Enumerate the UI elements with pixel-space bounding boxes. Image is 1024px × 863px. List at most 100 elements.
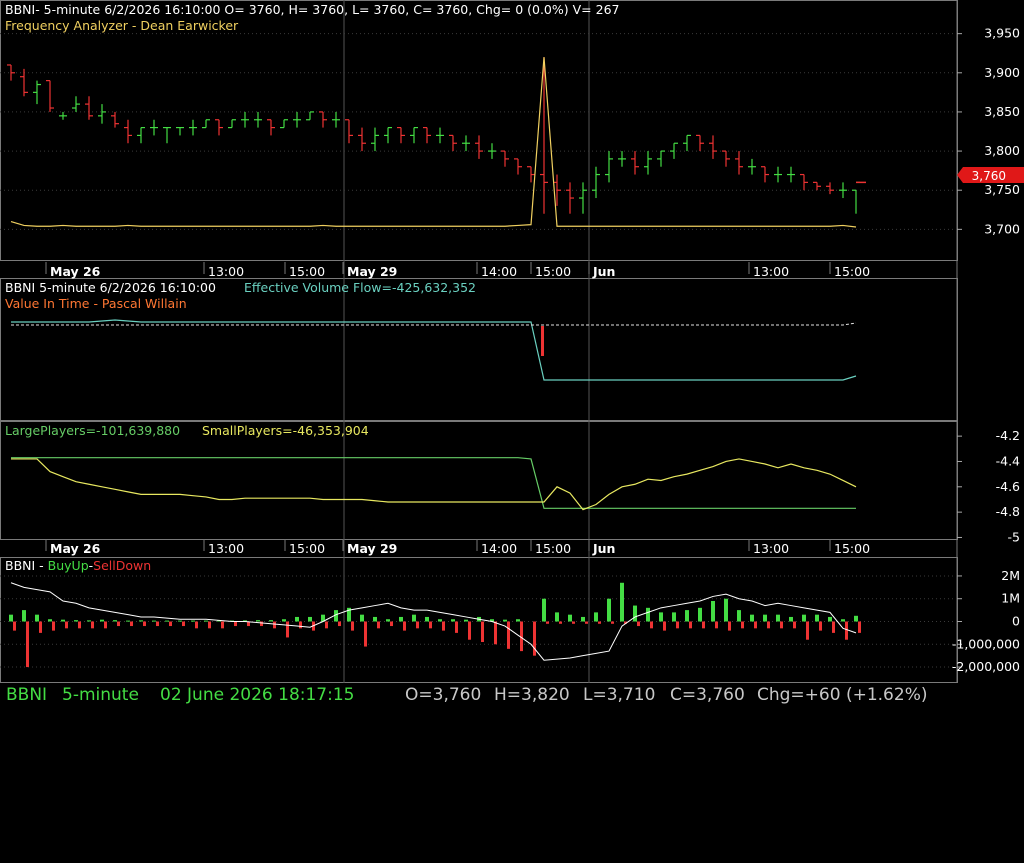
selldown-bar (260, 621, 263, 627)
selldown-bar (676, 621, 679, 629)
buysell-axis-label: -1,000,000 (952, 636, 1020, 651)
price-bar (319, 111, 327, 128)
chart-canvas: May 26 13:00 15:00 May 29 14:00 15:00 Jun 13:00… (0, 0, 1024, 683)
price-bar (462, 135, 470, 152)
selldown-bar (338, 621, 341, 627)
status-change: Chg=+60 (+1.62%) (757, 685, 928, 705)
buyup-selldown-panel (9, 582, 861, 668)
value-in-time-bar (541, 326, 544, 356)
price-bar (787, 166, 795, 183)
buyup-bar (165, 620, 169, 622)
selldown-bar (390, 621, 393, 627)
buysell-axis-label: -2,000,000 (952, 659, 1020, 674)
price-bar (657, 150, 665, 167)
price-bar (72, 96, 80, 112)
selldown-bar (234, 621, 237, 627)
status-datetime: 02 June 2026 18:17:15 (160, 685, 355, 705)
buyup-bar (87, 620, 91, 622)
status-interval: 5-minute (62, 685, 139, 705)
price-bar (202, 119, 210, 129)
price-bar (514, 158, 522, 175)
buyup-bar (100, 619, 104, 622)
selldown-bar (351, 621, 354, 631)
selldown-bar (780, 621, 783, 629)
time-axis-label: 15:00 (834, 541, 870, 556)
buysell-axis-label: 2M (1001, 568, 1020, 583)
price-bar (293, 111, 301, 128)
selldown-bar (767, 621, 770, 629)
price-bar (111, 111, 119, 128)
buyup-bar (256, 620, 260, 622)
price-bar (371, 127, 379, 152)
selldown-bar (663, 621, 666, 631)
price-axis-label: 3,950 (984, 26, 1020, 41)
selldown-bar (611, 621, 614, 624)
large-players-label: LargePlayers=-101,639,880 (5, 423, 180, 438)
selldown-bar (572, 621, 575, 624)
selldown-bar (806, 621, 809, 640)
buyup-bar (464, 619, 468, 622)
buyup-bar (503, 619, 507, 622)
price-bar (748, 158, 756, 175)
price-bar (540, 57, 548, 214)
small-players-label: SmallPlayers=-46,353,904 (202, 423, 369, 438)
selldown-bar (403, 621, 406, 631)
buyup-bar (22, 610, 26, 622)
price-bar (423, 126, 431, 144)
price-panel (7, 57, 866, 228)
price-bar (631, 151, 639, 175)
selldown-bar (858, 621, 861, 633)
price-bar (436, 127, 444, 144)
price-bar (332, 111, 340, 128)
selldown-bar (78, 621, 81, 629)
buyup-selldown-title: BBNI - BuyUp-SellDown (5, 558, 151, 573)
price-bar (59, 111, 67, 120)
selldown-bar (793, 621, 796, 629)
price-bar (488, 143, 496, 159)
selldown-bar (455, 621, 458, 633)
price-bar (98, 104, 106, 124)
selldown-bar (728, 621, 731, 631)
buyup-bar (763, 614, 767, 622)
time-axis-label: May 26 (50, 264, 101, 279)
time-axis-label: Jun (592, 264, 615, 279)
buyup-bar (620, 582, 624, 622)
buyup-bar (269, 620, 273, 622)
time-axis-label: 13:00 (208, 264, 244, 279)
price-bar (189, 119, 197, 136)
selldown-bar (169, 621, 172, 627)
price-bar (566, 182, 574, 214)
status-high: H=3,820 (494, 685, 570, 705)
price-bar (241, 111, 249, 128)
buyup-bar (113, 620, 117, 622)
time-axis-label: 15:00 (289, 541, 325, 556)
players-axis-label: -4.4 (996, 453, 1020, 468)
price-bar (683, 134, 691, 152)
selldown-bar (546, 621, 549, 624)
buyup-bar (438, 619, 442, 622)
selldown-bar (702, 621, 705, 629)
small-players-line (11, 458, 857, 511)
selldown-bar (832, 621, 835, 633)
selldown-bar (39, 621, 42, 633)
time-axis-label: 15:00 (834, 264, 870, 279)
buyup-bar (685, 610, 689, 622)
panel-frame-3 (0, 421, 958, 540)
buyup-bar (841, 619, 845, 622)
buyup-label: BuyUp (48, 558, 89, 573)
buyup-bar (35, 614, 39, 622)
buyup-bar (711, 601, 715, 622)
selldown-bar (52, 621, 55, 631)
volume-flow-panel (11, 319, 857, 381)
buyup-bar (204, 620, 208, 622)
buyup-bar (139, 620, 143, 622)
buyup-bar (126, 620, 130, 622)
price-bar (618, 151, 626, 167)
selldown-bar (26, 621, 29, 668)
price-bar (852, 181, 860, 214)
buyup-bar (9, 614, 13, 622)
price-bar (267, 119, 275, 136)
axes: May 26 13:00 15:00 May 29 14:00 15:00 Jun 13:00… (45, 26, 1020, 674)
price-bar (813, 181, 821, 191)
buysell-axis-label: 1M (1001, 591, 1020, 606)
